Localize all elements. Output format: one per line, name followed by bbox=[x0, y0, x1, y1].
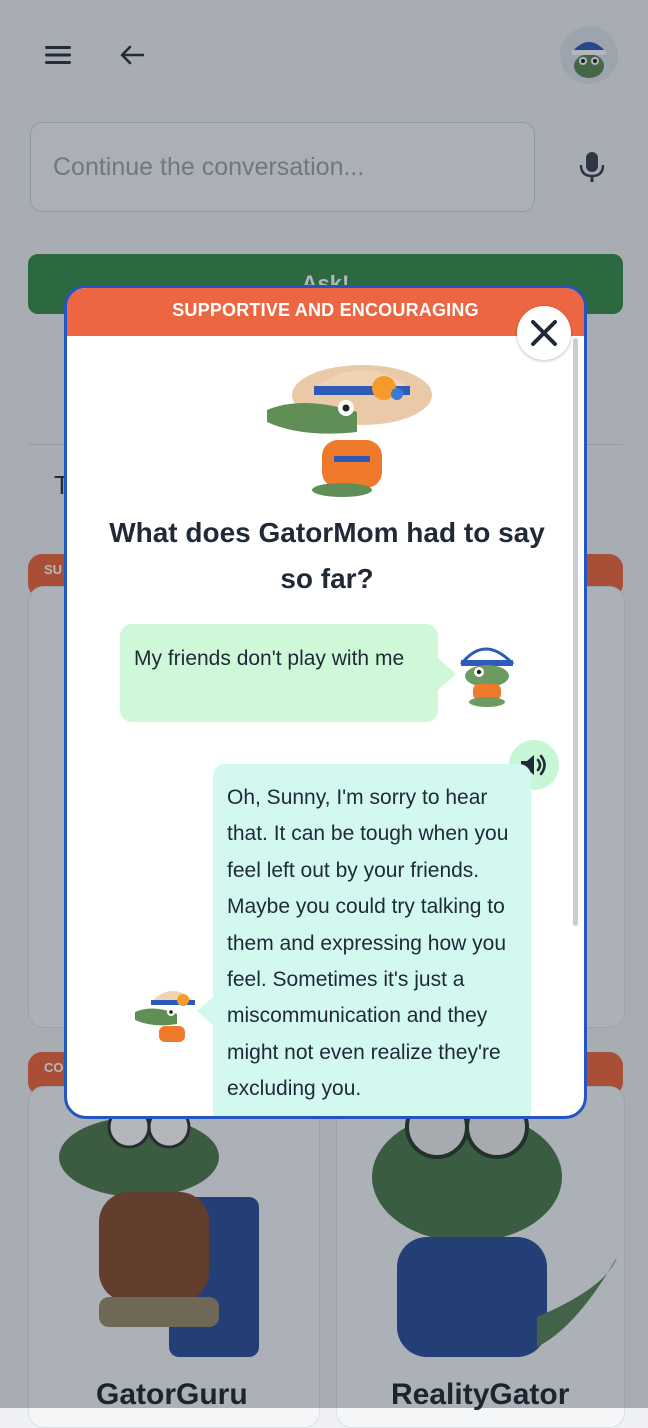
modal-header: SUPPORTIVE AND ENCOURAGING bbox=[67, 288, 584, 336]
assistant-message-bubble: Oh, Sunny, I'm sorry to hear that. It ca… bbox=[213, 764, 531, 1116]
modal-title: What does GatorMom had to say so far? bbox=[109, 517, 545, 594]
gatormom-avatar bbox=[262, 350, 432, 500]
close-icon[interactable] bbox=[517, 306, 571, 360]
user-gator-avatar bbox=[455, 638, 519, 708]
user-bubble-tail bbox=[438, 658, 456, 690]
modal-scrollbar[interactable] bbox=[573, 338, 578, 926]
conversation-modal: SUPPORTIVE AND ENCOURAGING What does Gat… bbox=[64, 285, 587, 1119]
user-message-bubble: My friends don't play with me bbox=[120, 624, 438, 722]
gatormom-small-avatar bbox=[133, 982, 203, 1046]
